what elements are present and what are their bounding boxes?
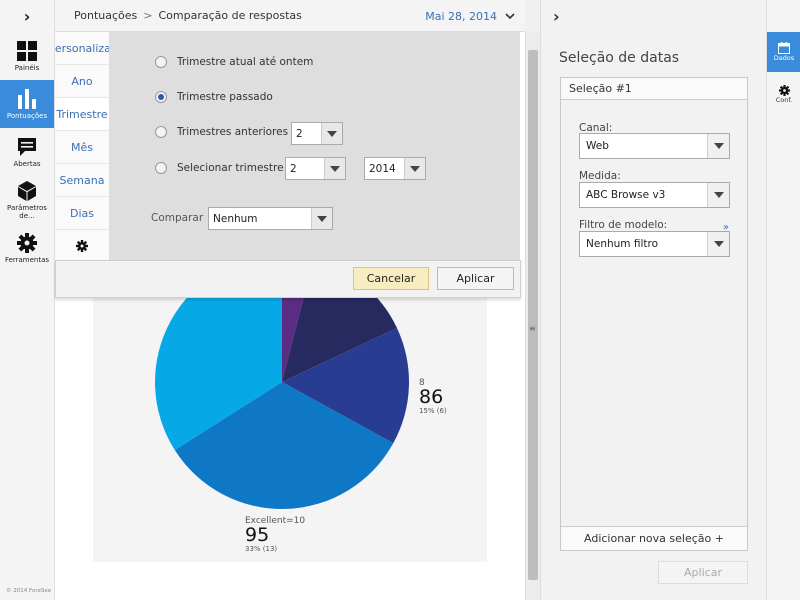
add-selection-button[interactable]: Adicionar nova seleção + <box>561 526 747 550</box>
nav-item-ferramentas[interactable]: Ferramentas <box>0 224 54 272</box>
date-picker[interactable]: Mai 28, 2014 <box>425 0 515 32</box>
date-selection-panel: › Seleção de datas Seleção #1 Canal: Web… <box>540 0 766 600</box>
breadcrumb-separator: > <box>143 9 153 22</box>
option-label: Trimestre passado <box>177 91 273 103</box>
breadcrumb: Pontuações > Comparação de respostas <box>74 9 302 22</box>
radio-button[interactable] <box>155 162 167 174</box>
cube-icon <box>18 180 36 201</box>
select-value: Nenhum filtro <box>586 238 659 250</box>
scrollbar-thumb[interactable] <box>528 50 538 580</box>
period-tabs: Personalizar Ano Trimestre Mês Semana Di… <box>55 32 110 263</box>
nav-label: Painéis <box>14 63 40 72</box>
tab-label: Dados <box>773 54 795 62</box>
breadcrumb-pontuacoes[interactable]: Pontuações <box>74 9 137 22</box>
dropdown-arrow-icon <box>707 134 729 158</box>
option-label: Trimestres anteriores <box>177 126 289 138</box>
selection-header: Seleção #1 <box>561 78 747 100</box>
panel-title: Seleção de datas <box>559 50 680 66</box>
copyright: © 2014 ForeSee <box>6 588 52 594</box>
select-value: ABC Browse v3 <box>586 189 666 201</box>
nav-expand-button[interactable]: › <box>0 0 54 32</box>
filtro-select[interactable]: Nenhum filtro <box>579 231 730 257</box>
nav-label: Ferramentas <box>4 255 50 264</box>
slice-label-pct: 33% (13) <box>245 545 278 553</box>
dropdown-arrow-icon <box>404 158 425 179</box>
slice-label-score: 95 <box>245 524 270 546</box>
tab-mes[interactable]: Mês <box>55 131 109 164</box>
dropdown-arrow-icon <box>311 208 332 229</box>
date-label: Mai 28, 2014 <box>425 9 497 23</box>
grid-icon <box>17 40 37 61</box>
tab-ano[interactable]: Ano <box>55 65 109 98</box>
gear-icon <box>778 84 790 96</box>
apply-button[interactable]: Aplicar <box>437 267 514 290</box>
slice-label-8: 8 86 15% (6) <box>419 378 447 415</box>
slice-label-pct: 15% (6) <box>419 407 447 415</box>
option-last-quarter[interactable]: Trimestre passado <box>155 91 273 103</box>
popover-footer: Cancelar Aplicar <box>55 260 521 298</box>
select-value: 2 <box>290 162 297 175</box>
gear-icon <box>17 232 37 253</box>
left-nav: › Painéis Pontuações Abertas Parâmetros … <box>0 0 55 600</box>
tab-semana[interactable]: Semana <box>55 164 109 197</box>
medida-label: Medida: <box>579 170 621 182</box>
radio-button[interactable] <box>155 126 167 138</box>
gear-icon <box>76 240 88 252</box>
medida-select[interactable]: ABC Browse v3 <box>579 182 730 208</box>
nav-item-paineis[interactable]: Painéis <box>0 32 54 80</box>
nav-item-pontuacoes[interactable]: Pontuações <box>0 80 54 128</box>
nav-label: Abertas <box>13 159 41 168</box>
nav-item-parametros[interactable]: Parâmetros de... <box>0 176 54 224</box>
option-select-quarter[interactable]: Selecionar trimestre <box>155 162 284 174</box>
nav-label: Pontuações <box>6 111 48 120</box>
chevron-down-icon <box>505 12 515 19</box>
bar-chart-icon <box>18 88 36 109</box>
radio-button[interactable] <box>155 91 167 103</box>
compare-select[interactable]: Nenhum <box>208 207 333 230</box>
tab-conf[interactable]: Conf. <box>767 74 800 114</box>
panel-collapse-button[interactable]: › <box>541 0 766 32</box>
scroll-grip-icon: ≡ <box>529 324 536 333</box>
select-value: 2014 <box>369 162 396 175</box>
filtro-label: Filtro de modelo: <box>579 219 668 231</box>
calendar-icon <box>778 42 790 54</box>
dropdown-arrow-icon <box>324 158 345 179</box>
year-select[interactable]: 2014 <box>364 157 426 180</box>
panel-apply-button[interactable]: Aplicar <box>658 561 748 584</box>
nav-item-abertas[interactable]: Abertas <box>0 128 54 176</box>
main-scrollbar[interactable]: ≡ <box>525 32 540 600</box>
tab-settings[interactable] <box>55 230 109 263</box>
previous-quarters-select[interactable]: 2 <box>291 122 343 145</box>
slice-label-score: 86 <box>419 386 444 408</box>
cancel-button[interactable]: Cancelar <box>353 267 429 290</box>
select-value: Web <box>586 140 609 152</box>
tab-trimestre[interactable]: Trimestre <box>55 98 109 131</box>
canal-select[interactable]: Web <box>579 133 730 159</box>
chart-panel: 8 86 15% (6) Excellent=10 95 33% (13) <box>93 255 487 562</box>
quarter-popover: Trimestre atual até ontem Trimestre pass… <box>110 32 520 260</box>
option-previous-quarters[interactable]: Trimestres anteriores <box>155 126 288 138</box>
nav-label: Parâmetros de... <box>7 203 47 220</box>
compare-label: Comparar <box>151 212 204 224</box>
far-right-tabs: Dados Conf. <box>766 0 800 600</box>
dropdown-arrow-icon <box>321 123 342 144</box>
radio-button[interactable] <box>155 56 167 68</box>
tab-dias[interactable]: Dias <box>55 197 109 230</box>
tab-personalizar[interactable]: Personalizar <box>55 32 109 65</box>
option-label: Selecionar trimestre <box>177 162 284 174</box>
top-bar: Pontuações > Comparação de respostas Mai… <box>55 0 525 32</box>
tab-label: Conf. <box>775 95 793 104</box>
option-label: Trimestre atual até ontem <box>177 56 314 68</box>
slice-label-excellent: Excellent=10 95 33% (13) <box>245 516 305 553</box>
select-value: Nenhum <box>213 212 258 225</box>
select-value: 2 <box>296 127 303 140</box>
breadcrumb-current: Comparação de respostas <box>158 9 302 22</box>
selection-box: Seleção #1 Canal: Web Medida: ABC Browse… <box>560 77 748 551</box>
dropdown-arrow-icon <box>707 232 729 256</box>
quarter-select[interactable]: 2 <box>285 157 346 180</box>
dropdown-arrow-icon <box>707 183 729 207</box>
comment-icon <box>18 137 36 156</box>
option-current-quarter[interactable]: Trimestre atual até ontem <box>155 56 313 68</box>
tab-dados[interactable]: Dados <box>767 32 800 72</box>
